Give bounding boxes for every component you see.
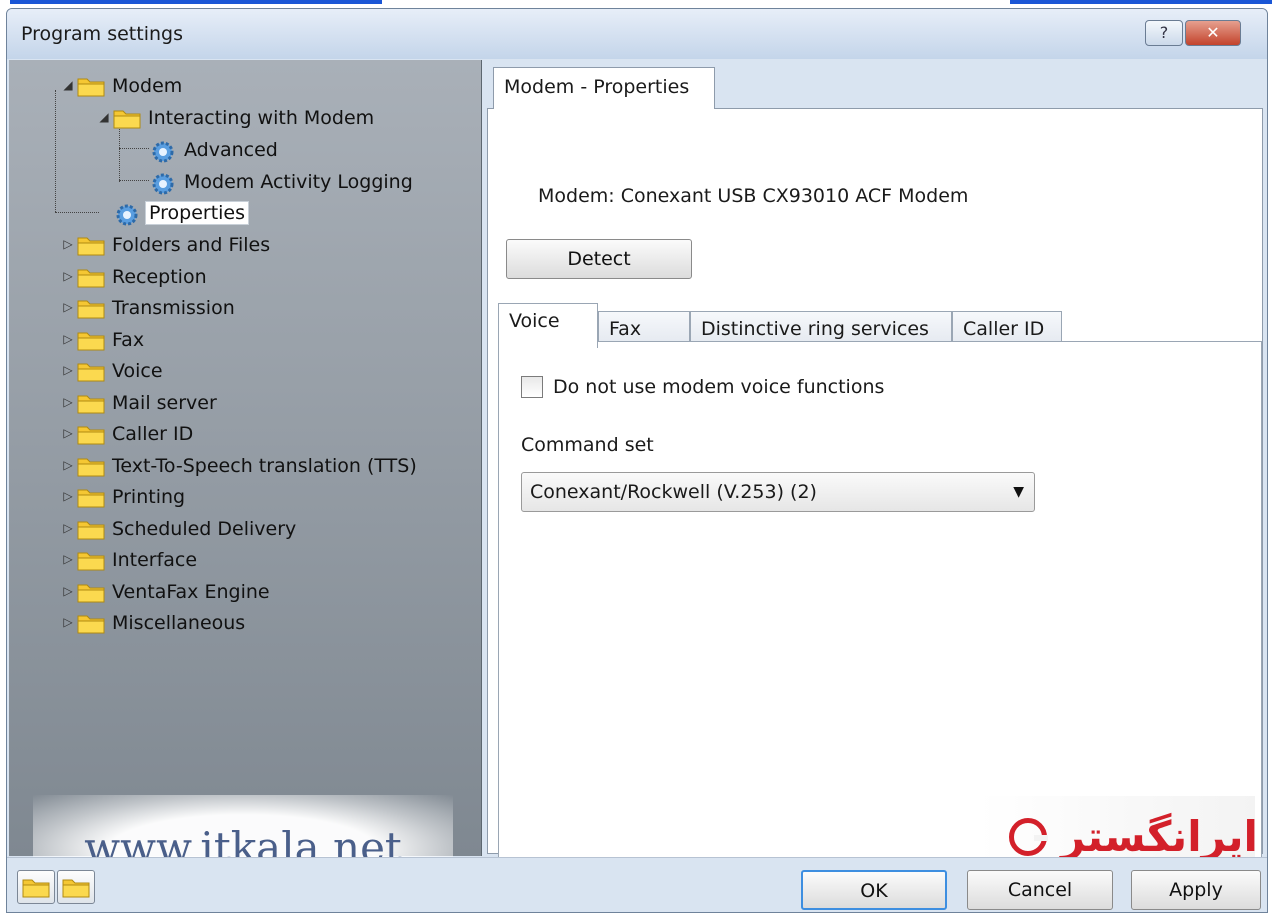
folder-icon (77, 549, 105, 571)
folder-icon (77, 297, 105, 319)
expand-icon[interactable]: ▷ (61, 489, 75, 503)
folder-icon (113, 107, 141, 129)
tree-line (55, 90, 56, 212)
brand-logo-icon (1009, 818, 1048, 856)
tree-item-label: Properties (145, 201, 250, 225)
folder-icon (77, 455, 105, 477)
gear-icon (113, 202, 141, 228)
expand-icon[interactable]: ▷ (61, 584, 75, 598)
folder-icon (77, 75, 105, 97)
apply-button[interactable]: Apply (1131, 870, 1261, 910)
voice-functions-checkbox-label[interactable]: Do not use modem voice functions (553, 376, 884, 398)
expand-icon[interactable]: ▷ (61, 269, 75, 283)
dropdown-arrow-icon[interactable]: ▼ (1013, 473, 1024, 511)
help-button[interactable]: ? (1145, 20, 1183, 46)
tree-item-label: Reception (112, 266, 207, 288)
window-title: Program settings (21, 23, 183, 45)
expand-icon[interactable]: ▷ (61, 395, 75, 409)
tree-line (55, 212, 99, 213)
tree-item-label: VentaFax Engine (112, 581, 270, 603)
folder-icon (77, 360, 105, 382)
tree-item-label: Printing (112, 486, 186, 508)
expand-icon[interactable]: ▷ (61, 363, 75, 377)
folder-icon (77, 234, 105, 256)
tree-item-label: Text-To-Speech translation (TTS) (112, 455, 417, 477)
folder-icon (77, 423, 105, 445)
settings-tree: ◢ Modem ◢ Interacting with Modem Advance… (9, 60, 482, 903)
folder-icon (77, 612, 105, 634)
voice-functions-checkbox[interactable] (521, 376, 543, 398)
gear-icon (149, 139, 177, 165)
tab-modem-properties[interactable]: Modem - Properties (493, 67, 715, 109)
voice-tab-panel: Do not use modem voice functions Command… (498, 341, 1262, 899)
tree-line (119, 148, 149, 149)
expand-icon[interactable]: ▷ (61, 237, 75, 251)
tree-item-label: Caller ID (112, 423, 194, 445)
folder-icon (77, 486, 105, 508)
link-underline[interactable] (1010, 0, 1272, 4)
expand-icon[interactable]: ▷ (61, 458, 75, 472)
brand-logo-text: ایرانگستر (1061, 812, 1258, 861)
folder-icon (77, 266, 105, 288)
tree-item-label: Fax (112, 329, 145, 351)
gear-icon (149, 171, 177, 197)
browse-folder-button[interactable] (57, 870, 95, 904)
detect-button[interactable]: Detect (506, 239, 692, 279)
folder-icon (77, 392, 105, 414)
tree-item-label: Advanced (184, 139, 278, 161)
open-folder-button[interactable] (17, 870, 55, 904)
folder-icon (77, 329, 105, 351)
expand-icon[interactable]: ▷ (61, 552, 75, 566)
expand-icon[interactable]: ▷ (61, 300, 75, 314)
program-settings-window: Program settings ? ✕ ◢ Modem ◢ Interacti… (6, 8, 1268, 913)
expand-icon[interactable]: ▷ (61, 521, 75, 535)
tree-item-label: Scheduled Delivery (112, 518, 297, 540)
modem-name-text: Modem: Conexant USB CX93010 ACF Modem (538, 185, 969, 207)
tree-item-label: Voice (112, 360, 163, 382)
modem-properties-panel: Modem: Conexant USB CX93010 ACF Modem De… (487, 108, 1263, 899)
tree-item-label: Modem Activity Logging (184, 171, 413, 193)
tree-item-label: Interface (112, 549, 198, 571)
dialog-button-bar: OK Cancel Apply (7, 857, 1267, 912)
tree-item-label: Interacting with Modem (148, 107, 375, 129)
top-strip (0, 0, 1272, 8)
collapse-icon[interactable]: ◢ (61, 78, 75, 92)
expand-icon[interactable]: ▷ (61, 426, 75, 440)
expand-icon[interactable]: ▷ (61, 615, 75, 629)
cancel-button[interactable]: Cancel (967, 870, 1113, 910)
command-set-label: Command set (521, 434, 654, 456)
ok-button[interactable]: OK (801, 870, 947, 910)
collapse-icon[interactable]: ◢ (97, 110, 111, 124)
tree-item-label: Modem (112, 75, 183, 97)
link-underline[interactable] (10, 0, 382, 4)
tree-line (119, 120, 120, 182)
tree-line (119, 180, 149, 181)
folder-icon (77, 581, 105, 603)
properties-area: Modem - Properties Modem: Conexant USB C… (483, 60, 1267, 899)
tree-item-label: Transmission (112, 297, 235, 319)
expand-icon[interactable]: ▷ (61, 332, 75, 346)
tree-item-label: Mail server (112, 392, 217, 414)
command-set-select[interactable]: Conexant/Rockwell (V.253) (2) ▼ (521, 472, 1035, 512)
folder-icon (77, 518, 105, 540)
close-button[interactable]: ✕ (1185, 20, 1241, 46)
title-bar: Program settings ? ✕ (7, 9, 1267, 59)
command-set-value: Conexant/Rockwell (V.253) (2) (530, 481, 817, 503)
tab-voice[interactable]: Voice (498, 303, 598, 348)
tree-item-label: Miscellaneous (112, 612, 246, 634)
tree-item-label: Folders and Files (112, 234, 271, 256)
